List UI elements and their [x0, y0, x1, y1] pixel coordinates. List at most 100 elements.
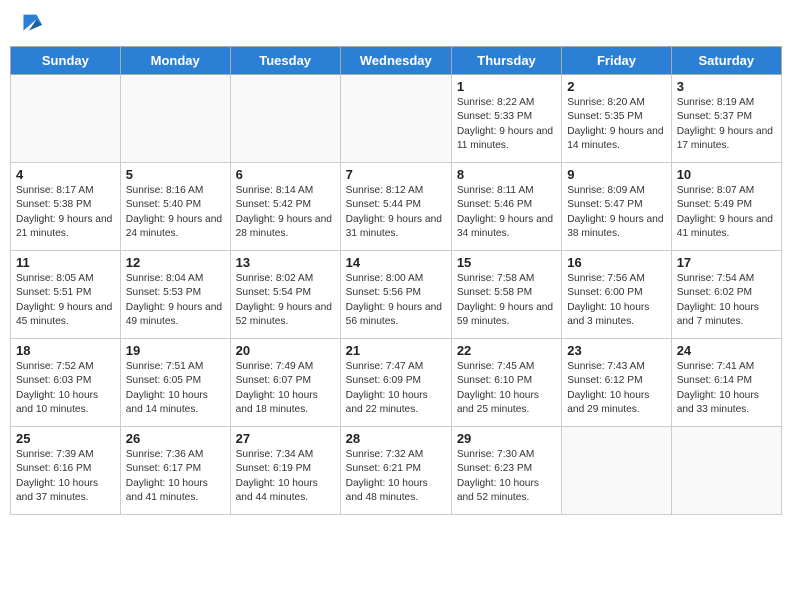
calendar-cell: 11Sunrise: 8:05 AM Sunset: 5:51 PM Dayli… — [11, 251, 121, 339]
calendar-cell: 9 Sunrise: 8:09 AM Sunset: 5:47 PM Daylig… — [562, 163, 671, 251]
day-info: Sunrise: 7:30 AM Sunset: 6:23 PM Dayligh… — [457, 448, 556, 505]
day-info: Sunrise: 8:02 AM Sunset: 5:54 PM Dayligh… — [236, 272, 335, 329]
day-number: 3 — [677, 79, 776, 94]
day-info: Sunrise: 8:00 AM Sunset: 5:56 PM Dayligh… — [346, 272, 446, 329]
day-number: 8 — [457, 167, 556, 182]
calendar-cell: 26Sunrise: 7:36 AM Sunset: 6:17 PM Dayli… — [120, 427, 230, 515]
day-number: 29 — [457, 431, 556, 446]
calendar-cell — [11, 75, 121, 163]
calendar-cell: 12Sunrise: 8:04 AM Sunset: 5:53 PM Dayli… — [120, 251, 230, 339]
calendar-cell — [671, 427, 781, 515]
calendar-cell — [562, 427, 671, 515]
day-number: 6 — [236, 167, 335, 182]
day-number: 28 — [346, 431, 446, 446]
calendar-table: SundayMondayTuesdayWednesdayThursdayFrid… — [10, 46, 782, 515]
logo-icon — [16, 10, 44, 38]
day-header-thursday: Thursday — [451, 47, 561, 75]
day-number: 4 — [16, 167, 115, 182]
calendar-cell: 4 Sunrise: 8:17 AM Sunset: 5:38 PM Daylig… — [11, 163, 121, 251]
calendar-cell: 19 Sunrise: 7:51 AM Sunset: 6:05 PM Dayli… — [120, 339, 230, 427]
calendar-cell: 18 Sunrise: 7:52 AM Sunset: 6:03 PM Dayli… — [11, 339, 121, 427]
day-info: Sunrise: 7:41 AM Sunset: 6:14 PM Dayligh… — [677, 360, 776, 417]
day-number: 13 — [236, 255, 335, 270]
page-header — [10, 10, 782, 38]
day-info: Sunrise: 7:45 AM Sunset: 6:10 PM Dayligh… — [457, 360, 556, 417]
calendar-cell: 7 Sunrise: 8:12 AM Sunset: 5:44 PM Daylig… — [340, 163, 451, 251]
calendar-cell: 21 Sunrise: 7:47 AM Sunset: 6:09 PM Dayli… — [340, 339, 451, 427]
day-info: Sunrise: 7:56 AM Sunset: 6:00 PM Dayligh… — [567, 272, 665, 329]
calendar-cell: 24 Sunrise: 7:41 AM Sunset: 6:14 PM Dayli… — [671, 339, 781, 427]
day-header-wednesday: Wednesday — [340, 47, 451, 75]
day-number: 25 — [16, 431, 115, 446]
day-number: 24 — [677, 343, 776, 358]
calendar-cell — [340, 75, 451, 163]
day-number: 17 — [677, 255, 776, 270]
day-header-saturday: Saturday — [671, 47, 781, 75]
calendar-cell: 5Sunrise: 8:16 AM Sunset: 5:40 PM Daylig… — [120, 163, 230, 251]
day-info: Sunrise: 7:52 AM Sunset: 6:03 PM Dayligh… — [16, 360, 115, 417]
calendar-header-row: SundayMondayTuesdayWednesdayThursdayFrid… — [11, 47, 782, 75]
calendar-cell: 15 Sunrise: 7:58 AM Sunset: 5:58 PM Dayli… — [451, 251, 561, 339]
day-info: Sunrise: 8:11 AM Sunset: 5:46 PM Dayligh… — [457, 184, 556, 241]
day-number: 7 — [346, 167, 446, 182]
day-info: Sunrise: 7:36 AM Sunset: 6:17 PM Dayligh… — [126, 448, 225, 505]
day-info: Sunrise: 7:51 AM Sunset: 6:05 PM Dayligh… — [126, 360, 225, 417]
week-row-4: 25 Sunrise: 7:39 AM Sunset: 6:16 PM Dayli… — [11, 427, 782, 515]
day-info: Sunrise: 8:22 AM Sunset: 5:33 PM Dayligh… — [457, 96, 556, 153]
day-number: 15 — [457, 255, 556, 270]
calendar-cell: 27 Sunrise: 7:34 AM Sunset: 6:19 PM Dayli… — [230, 427, 340, 515]
day-number: 14 — [346, 255, 446, 270]
day-header-monday: Monday — [120, 47, 230, 75]
calendar-cell: 3 Sunrise: 8:19 AM Sunset: 5:37 PM Daylig… — [671, 75, 781, 163]
day-header-friday: Friday — [562, 47, 671, 75]
week-row-0: 1 Sunrise: 8:22 AM Sunset: 5:33 PM Daylig… — [11, 75, 782, 163]
day-number: 10 — [677, 167, 776, 182]
day-number: 18 — [16, 343, 115, 358]
day-info: Sunrise: 8:07 AM Sunset: 5:49 PM Dayligh… — [677, 184, 776, 241]
day-number: 1 — [457, 79, 556, 94]
calendar-cell — [230, 75, 340, 163]
day-info: Sunrise: 7:32 AM Sunset: 6:21 PM Dayligh… — [346, 448, 446, 505]
day-info: Sunrise: 8:12 AM Sunset: 5:44 PM Dayligh… — [346, 184, 446, 241]
day-info: Sunrise: 7:58 AM Sunset: 5:58 PM Dayligh… — [457, 272, 556, 329]
calendar-cell: 22 Sunrise: 7:45 AM Sunset: 6:10 PM Dayli… — [451, 339, 561, 427]
week-row-2: 11Sunrise: 8:05 AM Sunset: 5:51 PM Dayli… — [11, 251, 782, 339]
day-info: Sunrise: 8:19 AM Sunset: 5:37 PM Dayligh… — [677, 96, 776, 153]
day-info: Sunrise: 8:09 AM Sunset: 5:47 PM Dayligh… — [567, 184, 665, 241]
day-number: 11 — [16, 255, 115, 270]
calendar-cell — [120, 75, 230, 163]
day-number: 21 — [346, 343, 446, 358]
day-header-sunday: Sunday — [11, 47, 121, 75]
day-number: 22 — [457, 343, 556, 358]
calendar-cell: 23 Sunrise: 7:43 AM Sunset: 6:12 PM Dayli… — [562, 339, 671, 427]
day-info: Sunrise: 7:34 AM Sunset: 6:19 PM Dayligh… — [236, 448, 335, 505]
week-row-3: 18 Sunrise: 7:52 AM Sunset: 6:03 PM Dayli… — [11, 339, 782, 427]
calendar-cell: 20 Sunrise: 7:49 AM Sunset: 6:07 PM Dayli… — [230, 339, 340, 427]
day-header-tuesday: Tuesday — [230, 47, 340, 75]
day-info: Sunrise: 7:43 AM Sunset: 6:12 PM Dayligh… — [567, 360, 665, 417]
calendar-cell: 13 Sunrise: 8:02 AM Sunset: 5:54 PM Dayli… — [230, 251, 340, 339]
day-number: 5 — [126, 167, 225, 182]
day-info: Sunrise: 8:17 AM Sunset: 5:38 PM Dayligh… — [16, 184, 115, 241]
week-row-1: 4 Sunrise: 8:17 AM Sunset: 5:38 PM Daylig… — [11, 163, 782, 251]
day-info: Sunrise: 8:20 AM Sunset: 5:35 PM Dayligh… — [567, 96, 665, 153]
calendar-cell: 6 Sunrise: 8:14 AM Sunset: 5:42 PM Daylig… — [230, 163, 340, 251]
day-number: 16 — [567, 255, 665, 270]
day-info: Sunrise: 7:47 AM Sunset: 6:09 PM Dayligh… — [346, 360, 446, 417]
day-number: 2 — [567, 79, 665, 94]
day-info: Sunrise: 8:14 AM Sunset: 5:42 PM Dayligh… — [236, 184, 335, 241]
calendar-cell: 8 Sunrise: 8:11 AM Sunset: 5:46 PM Daylig… — [451, 163, 561, 251]
day-info: Sunrise: 7:54 AM Sunset: 6:02 PM Dayligh… — [677, 272, 776, 329]
day-number: 23 — [567, 343, 665, 358]
calendar-cell: 17 Sunrise: 7:54 AM Sunset: 6:02 PM Dayli… — [671, 251, 781, 339]
day-info: Sunrise: 7:39 AM Sunset: 6:16 PM Dayligh… — [16, 448, 115, 505]
calendar-cell: 1 Sunrise: 8:22 AM Sunset: 5:33 PM Daylig… — [451, 75, 561, 163]
day-info: Sunrise: 7:49 AM Sunset: 6:07 PM Dayligh… — [236, 360, 335, 417]
day-number: 19 — [126, 343, 225, 358]
day-number: 27 — [236, 431, 335, 446]
day-number: 9 — [567, 167, 665, 182]
day-number: 20 — [236, 343, 335, 358]
calendar-cell: 25 Sunrise: 7:39 AM Sunset: 6:16 PM Dayli… — [11, 427, 121, 515]
calendar-cell: 2 Sunrise: 8:20 AM Sunset: 5:35 PM Daylig… — [562, 75, 671, 163]
calendar-cell: 29 Sunrise: 7:30 AM Sunset: 6:23 PM Dayli… — [451, 427, 561, 515]
